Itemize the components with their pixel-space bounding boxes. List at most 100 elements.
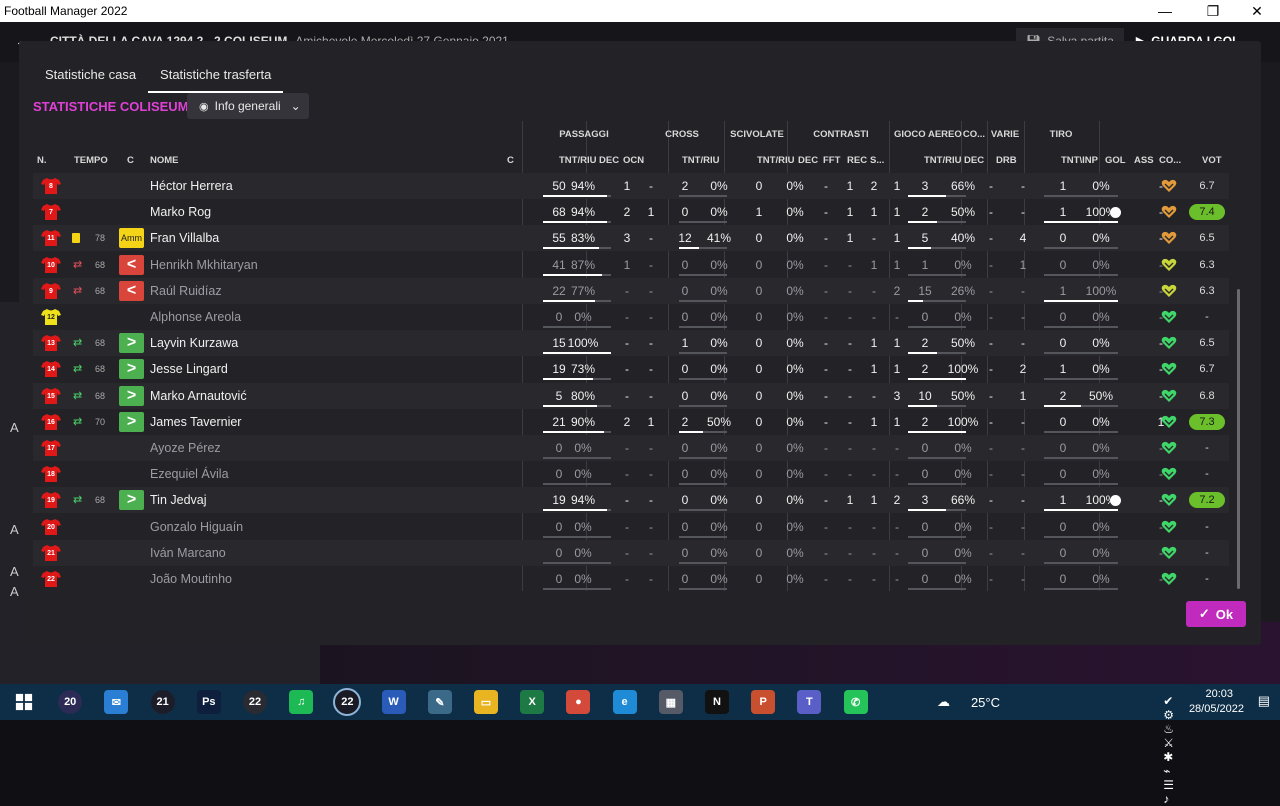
column-group-header: PASSAGGI (559, 129, 609, 140)
minimize-button[interactable]: — (1142, 0, 1188, 22)
table-scrollbar[interactable] (1237, 289, 1240, 589)
goal-ball-icon (1110, 207, 1121, 219)
duel-s: 1 (893, 362, 901, 377)
table-row[interactable]: 20 Gonzalo Higuaín 0 0% - -0 0% 0 0% - - - -0 0% - -0 0%… (33, 514, 1229, 540)
table-row[interactable]: 9 ⇄ 68 < Raúl Ruidíaz 22 77% - -0 0% 0 0% - - -2 15 26% -… (33, 277, 1229, 304)
fm22-active-icon[interactable]: 22 (333, 688, 362, 716)
player-name[interactable]: Henrikh Mkhitaryan (150, 252, 258, 278)
column-header-con_rec[interactable]: REC (847, 155, 867, 166)
player-name[interactable]: Marko Arnautović (150, 383, 247, 409)
player-name[interactable]: Ayoze Pérez (150, 435, 221, 461)
whatsapp-icon[interactable]: ✆ (843, 690, 868, 714)
ok-button[interactable]: ✓ Ok (1186, 601, 1246, 627)
player-name[interactable]: Alphonse Areola (150, 304, 241, 330)
spotify-icon[interactable]: ♫ (289, 690, 314, 714)
co-decisive: - (989, 231, 993, 246)
column-header-con_dec[interactable]: DEC (798, 155, 818, 166)
paint-icon[interactable]: ✎ (427, 690, 452, 714)
table-row[interactable]: 16 ⇄ 70 > James Tavernier 21 90% 2 1 2 50% 0 0% - -1 1 2… (33, 409, 1229, 435)
fm22-icon[interactable]: 22 (243, 690, 267, 714)
column-header-varie_drb[interactable]: DRB (996, 155, 1017, 166)
table-row[interactable]: 12 Alphonse Areola 0 0% - -0 0% 0 0% - - - -0 0% - -0 0%… (33, 304, 1229, 330)
table-row[interactable]: 14 ⇄ 68 > Jesse Lingard 19 73% - -0 0% 0 0% - -1 1 2 100… (33, 356, 1229, 382)
duel-fouls: - (848, 309, 852, 324)
co-decisive: - (989, 545, 993, 560)
fm20-icon[interactable]: 20 (58, 690, 83, 714)
player-name[interactable]: Iván Marcano (150, 540, 226, 566)
netflix-icon[interactable]: N (705, 690, 729, 714)
maximize-button[interactable]: ❐ (1190, 0, 1236, 22)
minute-label: 68 (95, 495, 106, 506)
table-row[interactable]: 7 Marko Rog 68 94% 2 1 0 0% 1 0% -1 1 1 2 50% - -1 100% -7… (33, 199, 1229, 225)
table-row[interactable]: 8 Héctor Herrera 50 94% 1-2 0% 0 0% -1 2 1 3 66% - -1 0… (33, 172, 1229, 199)
column-header-pass_ocn[interactable]: OCN (623, 155, 644, 166)
condition-heart-icon (1161, 179, 1177, 193)
column-header-pass_dec[interactable]: DEC (599, 155, 619, 166)
cross-bar-fill (679, 247, 699, 250)
player-name[interactable]: Tin Jedvaj (150, 487, 207, 513)
table-row[interactable]: 17 Ayoze Pérez 0 0% - -0 0% 0 0% - - - -0 0% - -0 0% - - (33, 434, 1229, 461)
table-row[interactable]: 15 ⇄ 68 > Marko Arnautović 5 80% - -0 0% 0 0% - - -3 10… (33, 382, 1229, 409)
player-name[interactable]: Gonzalo Higuaín (150, 514, 243, 540)
windows-start-icon[interactable] (12, 690, 36, 714)
column-header-c2[interactable]: C (507, 155, 514, 166)
excel-icon[interactable]: X (520, 690, 545, 714)
column-header-aereo_tnt[interactable]: TNT/RIU (924, 155, 961, 166)
notification-icon[interactable]: ▤ (1258, 693, 1270, 709)
table-row[interactable]: 22 João Moutinho 0 0% - -0 0% 0 0% - - - -0 0% - -0 0% - - (33, 566, 1229, 592)
tab-away-stats[interactable]: Statistiche trasferta (148, 61, 284, 93)
table-row[interactable]: 10 ⇄ 68 < Henrikh Mkhitaryan 41 87% 1-0 0% 0 0% - -1… (33, 252, 1229, 278)
calculator-icon[interactable]: ▦ (658, 690, 683, 714)
column-header-gol[interactable]: GOL (1105, 155, 1126, 166)
table-row[interactable]: 18 Ezequiel Ávila 0 0% - -0 0% 0 0% - - - -0 0% - -0 0% -… (33, 461, 1229, 487)
column-header-co[interactable]: CO... (1159, 155, 1181, 166)
player-name[interactable]: James Tavernier (150, 409, 241, 435)
column-header-ass[interactable]: ASS (1134, 155, 1154, 166)
column-header-tempo[interactable]: TEMPO (74, 155, 108, 166)
table-row[interactable]: 19 ⇄ 68 > Tin Jedvaj 19 94% - -0 0% 0 0% -1 1 2 3 66% - -1… (33, 487, 1229, 514)
table-row[interactable]: 21 Iván Marcano 0 0% - -0 0% 0 0% - - - -0 0% - -0 0% - - (33, 539, 1229, 566)
passes-ocn: - (649, 178, 653, 193)
column-header-co_dec[interactable]: DEC (964, 155, 984, 166)
player-name[interactable]: João Moutinho (150, 566, 232, 592)
column-header-nome[interactable]: NOME (150, 155, 179, 166)
teams-icon[interactable]: T (797, 690, 822, 714)
player-name[interactable]: Ezequiel Ávila (150, 461, 229, 487)
player-name[interactable]: Marko Rog (150, 199, 211, 225)
dribbles: - (1021, 283, 1025, 298)
passes-decisive: 2 (623, 414, 631, 429)
substituted-out-badge: < (119, 280, 144, 301)
close-button[interactable]: ✕ (1234, 0, 1280, 22)
player-name[interactable]: Fran Villalba (150, 225, 219, 251)
column-header-tiro_tnt[interactable]: TNT\INP (1061, 155, 1098, 166)
duel-s: 1 (893, 231, 901, 246)
player-name[interactable]: Raúl Ruidíaz (150, 278, 222, 304)
condition-heart-icon (1161, 284, 1177, 298)
powerpoint-icon[interactable]: P (751, 690, 776, 714)
info-filter-dropdown[interactable]: ◉ Info generali ⌄ (187, 93, 309, 119)
tab-home-stats[interactable]: Statistiche casa (33, 61, 148, 93)
passes-decisive: - (625, 362, 629, 377)
table-row[interactable]: 13 ⇄ 68 > Layvin Kurzawa 15 100% - -1 0% 0 0% - -1 1 2 5… (33, 330, 1229, 357)
column-header-n[interactable]: N. (37, 155, 47, 166)
table-row[interactable]: 11 78 Amm Fran Villalba 55 83% 3-12 41% 0 0% -1-1 5… (33, 225, 1229, 252)
column-header-vot[interactable]: VOT (1202, 155, 1222, 166)
column-header-con_fft[interactable]: FFT (823, 155, 840, 166)
column-header-con_s[interactable]: S... (870, 155, 884, 166)
word-icon[interactable]: W (381, 690, 406, 714)
explorer-icon[interactable]: ▭ (474, 690, 498, 714)
column-header-c[interactable]: C (127, 155, 134, 166)
edge-icon[interactable]: e (612, 690, 637, 714)
chrome-icon[interactable]: ● (566, 690, 591, 714)
column-header-pass_tnt[interactable]: TNT/RIU (559, 155, 596, 166)
fm21-icon[interactable]: 21 (150, 690, 175, 714)
column-header-cross_tnt[interactable]: TNT/RIU (682, 155, 719, 166)
player-name[interactable]: Héctor Herrera (150, 173, 233, 199)
column-header-sciv_tnt[interactable]: TNT/RIU (757, 155, 794, 166)
player-name[interactable]: Jesse Lingard (150, 356, 228, 382)
shots-bar-track (1044, 194, 1118, 197)
photoshop-icon[interactable]: Ps (196, 690, 221, 714)
player-name[interactable]: Layvin Kurzawa (150, 330, 238, 356)
mail-icon[interactable]: ✉ (104, 690, 129, 714)
tray-icons[interactable]: ✔ ⚙ ♨ ⚔ ✱ ⌁ ☰ ♪ (1163, 694, 1180, 806)
